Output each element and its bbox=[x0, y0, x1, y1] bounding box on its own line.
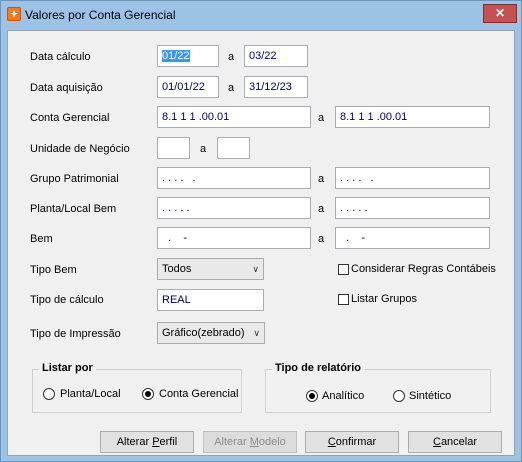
unidade-negocio-label: Unidade de Negócio bbox=[30, 143, 130, 155]
data-calculo-sep: a bbox=[228, 51, 235, 63]
sintetico-radio-label[interactable]: Sintético bbox=[409, 390, 451, 402]
unidade-negocio-sep: a bbox=[200, 143, 207, 155]
alterar-perfil-label-post: erfil bbox=[159, 436, 178, 448]
cancelar-button[interactable]: Cancelar bbox=[408, 431, 502, 453]
data-calculo-from-input[interactable]: 01/22 bbox=[157, 45, 219, 67]
form-panel: Data cálculo 01/22 a 03/22 Data aquisiçã… bbox=[7, 30, 515, 456]
data-aquisicao-sep: a bbox=[228, 82, 235, 94]
alterar-modelo-label-pre: Alterar bbox=[214, 436, 250, 448]
listar-por-title: Listar por bbox=[39, 362, 96, 374]
tipo-bem-select[interactable]: Todos ∨ bbox=[157, 258, 264, 280]
data-aquisicao-label: Data aquisição bbox=[30, 82, 103, 94]
analitico-radio-label[interactable]: Analítico bbox=[322, 390, 364, 402]
bem-sep: a bbox=[318, 233, 325, 245]
cancelar-label-key: C bbox=[432, 436, 441, 448]
grupo-patrimonial-sep: a bbox=[318, 173, 325, 185]
window-title: Valores por Conta Gerencial bbox=[25, 8, 176, 22]
tipo-calculo-input[interactable]: REAL bbox=[157, 289, 264, 311]
confirmar-button[interactable]: Confirmar bbox=[305, 431, 399, 453]
alterar-perfil-label-pre: Alterar bbox=[116, 436, 153, 448]
tipo-impressao-value: Gráfico(zebrado) bbox=[162, 327, 245, 339]
cancelar-label-post: ancelar bbox=[440, 436, 478, 448]
planta-local-sep: a bbox=[318, 203, 325, 215]
data-aquisicao-to-input[interactable]: 31/12/23 bbox=[244, 76, 308, 98]
considerar-regras-checkbox[interactable] bbox=[338, 264, 349, 275]
alterar-modelo-button[interactable]: Alterar Modelo bbox=[203, 431, 297, 453]
conta-gerencial-from-input[interactable]: 8.1 1 1 .00.01 bbox=[157, 106, 311, 128]
bem-from-input[interactable]: . - bbox=[157, 227, 311, 249]
data-calculo-from-value: 01/22 bbox=[162, 50, 190, 62]
tipo-impressao-label: Tipo de Impressão bbox=[30, 328, 121, 340]
alterar-modelo-label-post: odelo bbox=[258, 436, 286, 448]
close-icon: ✕ bbox=[494, 6, 506, 20]
title-bar[interactable]: ✦ Valores por Conta Gerencial ✕ bbox=[1, 1, 521, 29]
listar-grupos-label[interactable]: Listar Grupos bbox=[351, 293, 417, 305]
close-button[interactable]: ✕ bbox=[483, 4, 517, 23]
conta-gerencial-radio-label[interactable]: Conta Gerencial bbox=[159, 388, 239, 400]
alterar-modelo-label-key: M bbox=[249, 436, 259, 448]
dialog-window: ✦ Valores por Conta Gerencial ✕ Data cál… bbox=[0, 0, 522, 462]
sintetico-radio[interactable] bbox=[393, 390, 405, 402]
confirmar-label-key: C bbox=[327, 436, 336, 448]
tipo-calculo-label: Tipo de cálculo bbox=[30, 294, 104, 306]
grupo-patrimonial-label: Grupo Patrimonial bbox=[30, 173, 119, 185]
data-aquisicao-from-input[interactable]: 01/01/22 bbox=[157, 76, 219, 98]
planta-local-label: Planta/Local Bem bbox=[30, 203, 117, 215]
tipo-bem-value: Todos bbox=[162, 263, 192, 275]
grupo-patrimonial-to-input[interactable]: . . . . . bbox=[335, 167, 490, 189]
listar-grupos-checkbox[interactable] bbox=[338, 294, 349, 305]
chevron-down-icon: ∨ bbox=[253, 328, 260, 338]
unidade-negocio-to-input[interactable] bbox=[217, 137, 250, 159]
data-calculo-label: Data cálculo bbox=[30, 51, 91, 63]
tipo-relatorio-group: Tipo de relatório Analítico Sintético bbox=[265, 362, 491, 413]
data-calculo-to-input[interactable]: 03/22 bbox=[244, 45, 308, 67]
conta-gerencial-sep: a bbox=[318, 112, 325, 124]
listar-por-group: Listar por Planta/Local Conta Gerencial bbox=[32, 362, 242, 413]
conta-gerencial-label: Conta Gerencial bbox=[30, 112, 110, 124]
planta-local-radio-label[interactable]: Planta/Local bbox=[60, 388, 121, 400]
alterar-perfil-label-key: P bbox=[152, 436, 160, 448]
conta-gerencial-to-input[interactable]: 8.1 1 1 .00.01 bbox=[335, 106, 490, 128]
bem-label: Bem bbox=[30, 233, 53, 245]
alterar-perfil-button[interactable]: Alterar Perfil bbox=[100, 431, 194, 453]
planta-local-radio[interactable] bbox=[43, 388, 55, 400]
planta-local-from-input[interactable]: . . . . . bbox=[157, 197, 311, 219]
considerar-regras-label[interactable]: Considerar Regras Contábeis bbox=[351, 263, 496, 275]
tipo-bem-label: Tipo Bem bbox=[30, 264, 77, 276]
grupo-patrimonial-from-input[interactable]: . . . . . bbox=[157, 167, 311, 189]
analitico-radio[interactable] bbox=[306, 390, 318, 402]
tipo-impressao-select[interactable]: Gráfico(zebrado) ∨ bbox=[157, 322, 265, 344]
chevron-down-icon: ∨ bbox=[252, 264, 259, 274]
tipo-relatorio-title: Tipo de relatório bbox=[272, 362, 364, 374]
confirmar-label-post: onfirmar bbox=[335, 436, 377, 448]
app-icon: ✦ bbox=[7, 7, 21, 21]
conta-gerencial-radio[interactable] bbox=[142, 388, 154, 400]
bem-to-input[interactable]: . - bbox=[335, 227, 490, 249]
planta-local-to-input[interactable]: . . . . . bbox=[335, 197, 490, 219]
unidade-negocio-from-input[interactable] bbox=[157, 137, 190, 159]
